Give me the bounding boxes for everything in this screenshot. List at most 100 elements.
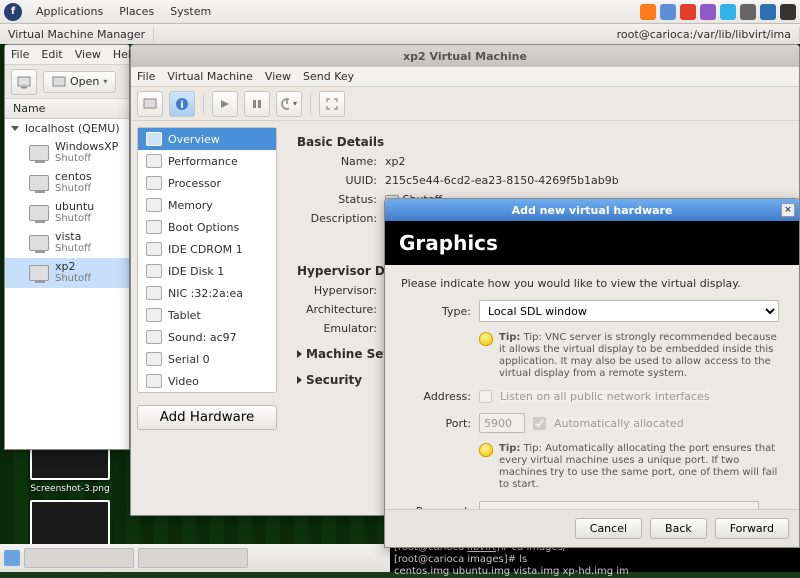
close-icon[interactable]: × xyxy=(781,203,795,217)
show-desktop-icon[interactable] xyxy=(4,550,20,566)
fullscreen-button[interactable] xyxy=(319,91,345,117)
expand-arrow-icon[interactable] xyxy=(11,126,19,131)
vm-state: Shutoff xyxy=(55,153,118,165)
console-button[interactable] xyxy=(137,91,163,117)
svg-text:i: i xyxy=(180,100,183,111)
vm-row-xp2[interactable]: xp2Shutoff xyxy=(5,258,129,288)
network-icon[interactable] xyxy=(780,4,796,20)
vm-row-centos[interactable]: centosShutoff xyxy=(5,168,129,198)
back-button[interactable]: Back xyxy=(650,518,707,539)
firefox-icon[interactable] xyxy=(640,4,656,20)
sidebar-item-label: NIC :32:2a:ea xyxy=(168,287,243,300)
sidebar-item-overview[interactable]: Overview xyxy=(138,128,276,150)
open-button[interactable]: Open▾ xyxy=(43,71,116,93)
sidebar-item-sound-ac97[interactable]: Sound: ac97 xyxy=(138,326,276,348)
vmm-host-row[interactable]: localhost (QEMU) xyxy=(5,119,129,138)
sidebar-item-icon xyxy=(146,308,162,322)
add-hardware-wizard: Add new virtual hardware × Graphics Plea… xyxy=(384,198,800,548)
vm-detail-titlebar[interactable]: xp2 Virtual Machine xyxy=(131,45,799,67)
pidgin-icon[interactable] xyxy=(700,4,716,20)
sidebar-item-memory[interactable]: Memory xyxy=(138,194,276,216)
vmd-menu-file[interactable]: File xyxy=(137,70,155,83)
toolbar-sep xyxy=(203,93,204,115)
sidebar-item-nic-32-2a-ea[interactable]: NIC :32:2a:ea xyxy=(138,282,276,304)
vmd-menu-sendkey[interactable]: Send Key xyxy=(303,70,354,83)
wizard-footer: Cancel Back Forward xyxy=(385,509,799,547)
sidebar-item-video[interactable]: Video xyxy=(138,370,276,392)
gnome-panel: f Applications Places System xyxy=(0,0,800,24)
update-icon[interactable] xyxy=(760,4,776,20)
opera-icon[interactable] xyxy=(680,4,696,20)
sidebar-item-serial-0[interactable]: Serial 0 xyxy=(138,348,276,370)
status-label: Status: xyxy=(297,193,377,206)
sidebar-item-icon xyxy=(146,132,162,146)
monitor-icon xyxy=(29,265,49,281)
sidebar-item-label: Performance xyxy=(168,155,238,168)
sidebar-item-ide-cdrom-1[interactable]: IDE CDROM 1 xyxy=(138,238,276,260)
pause-button[interactable] xyxy=(244,91,270,117)
vm-row-ubuntu[interactable]: ubuntuShutoff xyxy=(5,198,129,228)
monitor-icon xyxy=(29,145,49,161)
run-button[interactable] xyxy=(212,91,238,117)
address-label: Address: xyxy=(401,390,471,403)
bottom-task-1[interactable] xyxy=(24,548,134,568)
sidebar-item-tablet[interactable]: Tablet xyxy=(138,304,276,326)
audio-icon[interactable] xyxy=(740,4,756,20)
vm-detail-sidebar: Overview Performance Processor Memory Boot O… xyxy=(137,127,277,393)
vmm-menu-view[interactable]: View xyxy=(75,48,101,61)
panel-menu-applications[interactable]: Applications xyxy=(28,5,111,18)
type-select[interactable]: Local SDL window xyxy=(479,300,779,322)
skype-icon[interactable] xyxy=(720,4,736,20)
triangle-icon xyxy=(297,350,302,358)
monitor-icon xyxy=(29,175,49,191)
address-listen-checkbox xyxy=(479,390,492,403)
task-vmm[interactable]: Virtual Machine Manager xyxy=(0,27,154,42)
vm-detail-menubar: File Virtual Machine View Send Key xyxy=(131,67,799,87)
sidebar-item-label: Memory xyxy=(168,199,213,212)
panel-menu-system[interactable]: System xyxy=(162,5,219,18)
vmm-menu-file[interactable]: File xyxy=(11,48,29,61)
sidebar-item-ide-disk-1[interactable]: IDE Disk 1 xyxy=(138,260,276,282)
vmd-menu-view[interactable]: View xyxy=(265,70,291,83)
cancel-button[interactable]: Cancel xyxy=(575,518,642,539)
forward-button[interactable]: Forward xyxy=(715,518,789,539)
terminal-line-2: [root@carioca images]# ls xyxy=(394,554,796,566)
vm-detail-title: xp2 Virtual Machine xyxy=(403,50,527,63)
shutdown-button[interactable]: ▾ xyxy=(276,91,302,117)
sidebar-item-performance[interactable]: Performance xyxy=(138,150,276,172)
name-label: Name: xyxy=(297,155,377,168)
port-auto-label: Automatically allocated xyxy=(554,417,684,430)
sidebar-item-icon xyxy=(146,154,162,168)
vm-row-windowsxp[interactable]: WindowsXPShutoff xyxy=(5,138,129,168)
sidebar-item-icon xyxy=(146,330,162,344)
vmd-menu-vm[interactable]: Virtual Machine xyxy=(167,70,253,83)
sidebar-item-boot-options[interactable]: Boot Options xyxy=(138,216,276,238)
sidebar-item-processor[interactable]: Processor xyxy=(138,172,276,194)
sidebar-item-icon xyxy=(146,242,162,256)
vm-detail-toolbar: i ▾ xyxy=(131,87,799,121)
vm-state: Shutoff xyxy=(55,243,91,255)
panel-menu-places[interactable]: Places xyxy=(111,5,162,18)
desktop-thumb-1-label: Screenshot-3.png xyxy=(20,484,120,494)
hypervisor-label: Hypervisor: xyxy=(297,284,377,297)
sidebar-item-label: Boot Options xyxy=(168,221,239,234)
fedora-logo-icon[interactable]: f xyxy=(4,3,22,21)
vm-name: ubuntu xyxy=(55,201,94,213)
vmm-menu-edit[interactable]: Edit xyxy=(41,48,62,61)
task-terminal[interactable]: root@carioca:/var/lib/libvirt/ima xyxy=(609,27,800,42)
vm-state: Shutoff xyxy=(55,273,91,285)
email-icon[interactable] xyxy=(660,4,676,20)
vm-row-vista[interactable]: vistaShutoff xyxy=(5,228,129,258)
vm-name: WindowsXP xyxy=(55,141,118,153)
host-label: localhost (QEMU) xyxy=(25,122,120,135)
wizard-titlebar[interactable]: Add new virtual hardware × xyxy=(385,199,799,221)
new-vm-button[interactable] xyxy=(11,69,37,95)
sidebar-item-icon xyxy=(146,352,162,366)
triangle-icon xyxy=(297,376,302,384)
lightbulb-icon xyxy=(479,332,493,346)
bottom-task-2[interactable] xyxy=(138,548,248,568)
vmm-col-name[interactable]: Name xyxy=(5,99,129,119)
add-hardware-button[interactable]: Add Hardware xyxy=(137,405,277,430)
sidebar-item-icon xyxy=(146,198,162,212)
details-button[interactable]: i xyxy=(169,91,195,117)
